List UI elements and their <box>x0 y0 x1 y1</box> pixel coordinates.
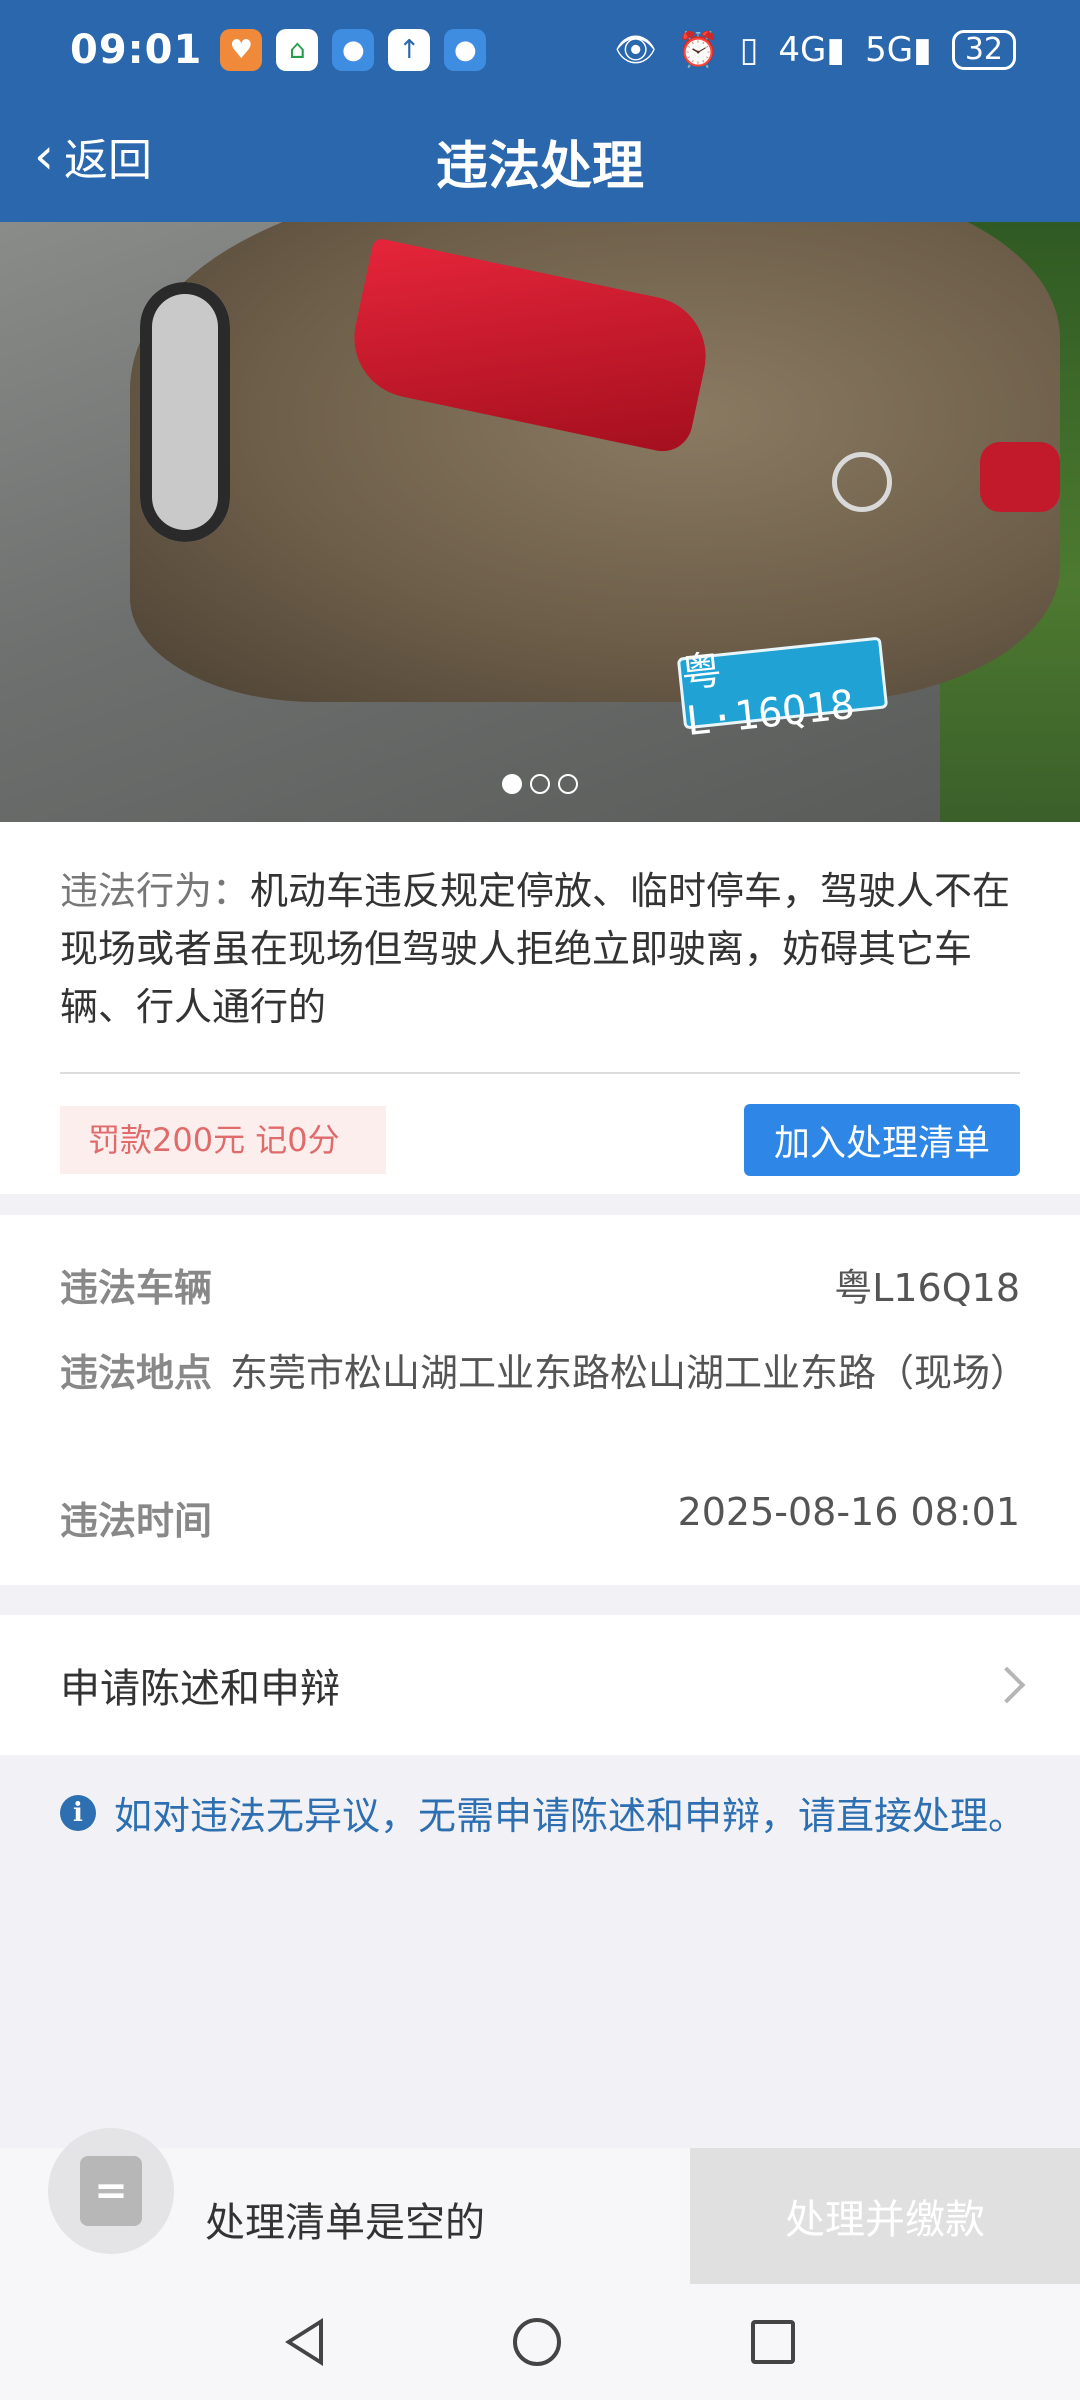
battery-indicator: 32 <box>951 30 1016 70</box>
chevron-right-icon <box>988 1666 1026 1704</box>
list-icon: = <box>80 2156 142 2226</box>
carousel-dot-2[interactable] <box>530 774 550 794</box>
car-wheel <box>140 282 230 542</box>
carousel-dot-3[interactable] <box>558 774 578 794</box>
violation-card: 违法行为：机动车违反规定停放、临时停车，驾驶人不在现场或者虽在现场但驾驶人拒绝立… <box>0 822 1080 1194</box>
alarm-icon: ⏰ <box>677 30 720 70</box>
evidence-photo-carousel[interactable]: 粤L·16Q18 <box>0 222 1080 822</box>
vehicle-label: 违法车辆 <box>60 1266 213 1310</box>
eye-icon: 👁 <box>614 30 658 70</box>
location-label: 违法地点 <box>60 1351 213 1395</box>
time-row: 违法时间 2025-08-16 08:01 <box>60 1490 1020 1545</box>
app-notification-icon: ♥ <box>220 29 263 71</box>
nav-home-icon[interactable] <box>513 2318 561 2366</box>
carousel-dot-1[interactable] <box>502 774 522 794</box>
car-logo <box>832 452 892 512</box>
penalty-badge: 罚款200元 记0分 <box>60 1106 386 1174</box>
browser-icon-2: ● <box>444 29 487 71</box>
appeal-label: 申请陈述和申辩 <box>60 1666 340 1712</box>
page-title: 违法处理 <box>435 136 644 197</box>
upload-icon: ↑ <box>388 29 431 71</box>
browser-icon: ● <box>332 29 375 71</box>
car-taillight-right <box>980 442 1060 512</box>
app-header: ‹ 返回 违法处理 <box>0 100 1080 222</box>
status-time: 09:01 <box>70 27 203 73</box>
status-bar: 09:01 ♥ ⌂ ● ↑ ● 👁 ⏰ ▯ 4G▮ 5G▮ 32 <box>0 0 1080 100</box>
processing-list-button[interactable]: = <box>48 2128 174 2254</box>
violation-behavior-label: 违法行为： <box>60 869 251 913</box>
location-value: 东莞市松山湖工业东路松山湖工业东路（现场） <box>230 1351 1029 1395</box>
back-label: 返回 <box>64 135 152 186</box>
vehicle-value: 粤L16Q18 <box>834 1266 1020 1310</box>
appeal-row[interactable]: 申请陈述和申辩 <box>0 1615 1080 1755</box>
bottom-action-bar: = 处理清单是空的 处理并缴款 <box>0 2128 1080 2284</box>
system-navigation-bar <box>0 2284 1080 2400</box>
time-label: 违法时间 <box>60 1499 213 1543</box>
divider <box>60 1072 1020 1074</box>
top-bar: 09:01 ♥ ⌂ ● ↑ ● 👁 ⏰ ▯ 4G▮ 5G▮ 32 ‹ 返回 违法… <box>0 0 1080 222</box>
nav-recents-icon[interactable] <box>751 2320 795 2364</box>
violation-description: 违法行为：机动车违反规定停放、临时停车，驾驶人不在现场或者虽在现场但驾驶人拒绝立… <box>60 862 1020 1036</box>
location-row: 违法地点 东莞市松山湖工业东路松山湖工业东路（现场） <box>60 1345 1029 1401</box>
notice: i 如对违法无异议，无需申请陈述和申辩，请直接处理。 <box>60 1785 1026 1840</box>
back-button[interactable]: ‹ 返回 <box>34 124 152 188</box>
violation-details-card: 违法车辆 粤L16Q18 违法地点 东莞市松山湖工业东路松山湖工业东路（现场） … <box>0 1215 1080 1585</box>
process-and-pay-button[interactable]: 处理并缴款 <box>690 2148 1080 2284</box>
add-to-list-button[interactable]: 加入处理清单 <box>744 1104 1020 1176</box>
info-icon: i <box>60 1794 96 1831</box>
vibrate-icon: ▯ <box>739 30 759 70</box>
carousel-indicator <box>0 774 1080 794</box>
chevron-left-icon: ‹ <box>34 127 54 185</box>
signal-4g: 4G▮ <box>778 30 846 70</box>
empty-list-text: 处理清单是空的 <box>205 2200 485 2246</box>
notice-text: 如对违法无异议，无需申请陈述和申辩，请直接处理。 <box>114 1794 1027 1838</box>
vehicle-row: 违法车辆 粤L16Q18 <box>60 1257 1020 1312</box>
home-app-icon: ⌂ <box>276 29 319 71</box>
signal-5g: 5G▮ <box>865 30 932 70</box>
license-plate: 粤L·16Q18 <box>676 636 889 745</box>
nav-back-icon[interactable] <box>285 2318 323 2366</box>
time-value: 2025-08-16 08:01 <box>677 1490 1020 1534</box>
